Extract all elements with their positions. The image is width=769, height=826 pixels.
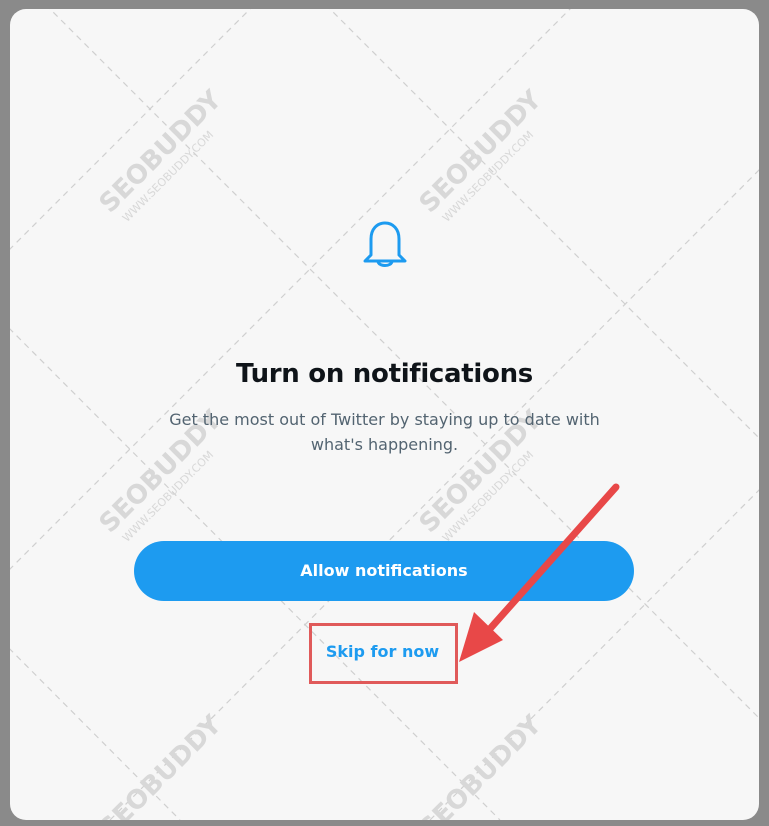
- watermark-brand: SEOBUDDY: [414, 709, 549, 820]
- watermark-url: WWW.SEOBUDDY.COM: [120, 448, 216, 544]
- bell-icon: [363, 221, 407, 267]
- watermark-url: WWW.SEOBUDDY.COM: [440, 448, 536, 544]
- watermark-url: WWW.SEOBUDDY.COM: [120, 128, 216, 224]
- notification-dialog: SEOBUDDY WWW.SEOBUDDY.COM SEOBUDDY WWW.S…: [10, 9, 759, 820]
- allow-notifications-button[interactable]: Allow notifications: [134, 541, 634, 601]
- dialog-subtitle: Get the most out of Twitter by staying u…: [169, 410, 600, 454]
- watermark-brand: SEOBUDDY: [414, 84, 549, 219]
- skip-for-now-button[interactable]: Skip for now: [310, 625, 455, 679]
- watermark-brand: SEOBUDDY: [94, 709, 229, 820]
- watermark-url: WWW.SEOBUDDY.COM: [440, 128, 536, 224]
- dialog-title: Turn on notifications: [236, 359, 533, 389]
- watermark-brand: SEOBUDDY: [94, 84, 229, 219]
